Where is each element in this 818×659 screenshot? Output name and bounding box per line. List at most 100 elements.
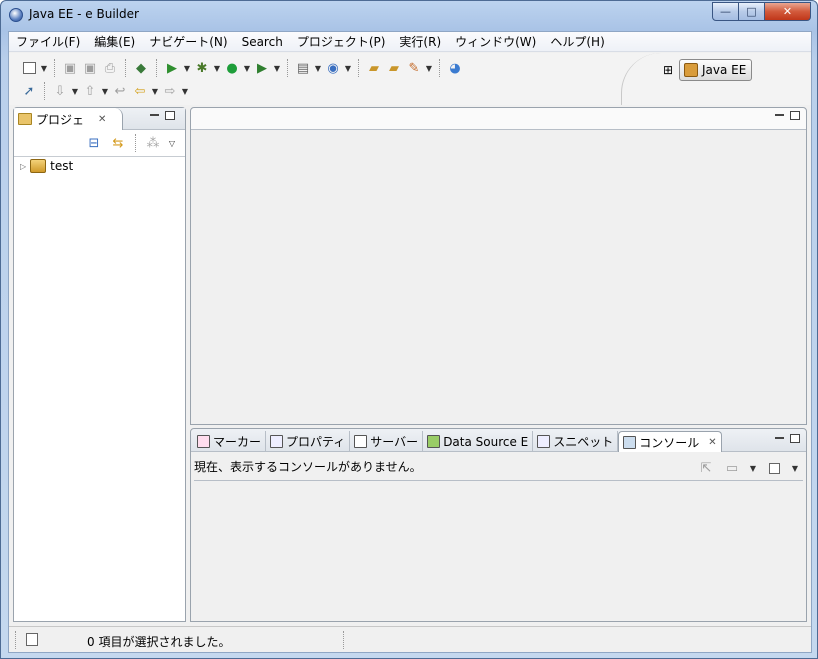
perspective-bar: ⊞ Java EE bbox=[621, 53, 811, 105]
minimize-button[interactable]: — bbox=[712, 2, 739, 21]
debug-icon[interactable]: ✱ bbox=[192, 58, 212, 78]
expand-icon[interactable]: ▷ bbox=[20, 162, 26, 171]
editor-header bbox=[191, 108, 806, 130]
prev-annotation-icon[interactable]: ⇧ bbox=[80, 81, 100, 101]
tab-project-explorer[interactable]: プロジェ ✕ bbox=[14, 108, 123, 130]
search-run-icon[interactable]: ➚ bbox=[19, 81, 39, 101]
display-console-dropdown-icon[interactable]: ▼ bbox=[748, 464, 758, 473]
external-tools-icon[interactable]: ▶ bbox=[252, 58, 272, 78]
maximize-panel-icon[interactable] bbox=[790, 434, 800, 443]
tab-data-source[interactable]: Data Source E bbox=[423, 431, 534, 452]
menu-search[interactable]: Search bbox=[235, 32, 290, 52]
project-tree: ▷ test bbox=[14, 156, 185, 621]
console-output[interactable] bbox=[194, 482, 803, 618]
web-project-icon bbox=[30, 159, 47, 173]
bottom-panel: マーカー プロパティ サーバー Data Source E スニペット コンソー… bbox=[190, 428, 807, 622]
link-editor-icon[interactable]: ⇆ bbox=[108, 133, 128, 153]
next-annotation-icon[interactable]: ⇩ bbox=[50, 81, 70, 101]
menu-run[interactable]: 実行(R) bbox=[392, 32, 448, 52]
menu-project[interactable]: プロジェクト(P) bbox=[290, 32, 393, 52]
pen-dropdown-icon[interactable]: ▼ bbox=[424, 64, 434, 73]
debug-dropdown-icon[interactable]: ▼ bbox=[212, 64, 222, 73]
new-web-dropdown-icon[interactable]: ▼ bbox=[343, 64, 353, 73]
close-tab-icon[interactable]: ✕ bbox=[708, 437, 716, 448]
open-project-icon[interactable]: ▰ bbox=[384, 58, 404, 78]
open-perspective-icon[interactable]: ⊞ bbox=[659, 61, 677, 79]
new-server-icon[interactable]: ▤ bbox=[293, 58, 313, 78]
maximize-view-icon[interactable] bbox=[165, 111, 175, 120]
tab-label: コンソール bbox=[639, 435, 700, 450]
menu-edit[interactable]: 編集(E) bbox=[87, 32, 142, 52]
open-folder-icon[interactable]: ▰ bbox=[364, 58, 384, 78]
tab-snippets[interactable]: スニペット bbox=[533, 431, 619, 452]
print-icon[interactable]: ⎙ bbox=[100, 58, 120, 78]
run-dropdown-icon[interactable]: ▼ bbox=[242, 64, 252, 73]
maximize-editor-icon[interactable] bbox=[790, 111, 800, 120]
open-console-dropdown-icon[interactable]: ▼ bbox=[790, 464, 800, 473]
tab-properties[interactable]: プロパティ bbox=[266, 431, 351, 452]
open-console-icon[interactable] bbox=[764, 458, 784, 478]
menu-window[interactable]: ウィンドウ(W) bbox=[448, 32, 543, 52]
tab-markers[interactable]: マーカー bbox=[193, 431, 267, 452]
tab-label: サーバー bbox=[370, 435, 419, 449]
status-bar: 0 項目が選択されました。 bbox=[9, 626, 811, 652]
maximize-button[interactable]: □ bbox=[739, 2, 765, 21]
menu-help[interactable]: ヘルプ(H) bbox=[543, 32, 611, 52]
title-bar[interactable]: Java EE - e Builder — □ ✕ bbox=[1, 1, 817, 29]
properties-icon bbox=[270, 435, 284, 448]
back-arrow-icon[interactable]: ⇦ bbox=[130, 81, 150, 101]
display-console-icon[interactable]: ▭ bbox=[722, 458, 742, 478]
minimize-editor-icon[interactable] bbox=[775, 114, 784, 116]
run-server-icon[interactable]: ▶ bbox=[162, 58, 182, 78]
back-dropdown-icon[interactable]: ▼ bbox=[150, 87, 160, 96]
perspective-java-ee-button[interactable]: Java EE bbox=[679, 59, 752, 81]
editor-area bbox=[190, 107, 807, 425]
browser-globe-icon[interactable]: ◕ bbox=[445, 58, 465, 78]
console-message: 現在、表示するコンソールがありません。 bbox=[194, 460, 422, 474]
close-tab-icon[interactable]: ✕ bbox=[98, 114, 106, 125]
run-icon[interactable]: ● bbox=[222, 58, 242, 78]
forward-arrow-icon[interactable]: ⇨ bbox=[160, 81, 180, 101]
tree-item-label: test bbox=[50, 159, 74, 173]
open-type-icon[interactable]: ◆ bbox=[131, 58, 151, 78]
console-icon bbox=[623, 435, 637, 449]
tab-label: スニペット bbox=[553, 435, 614, 449]
view-menu-icon[interactable]: ▽ bbox=[167, 139, 177, 148]
tree-item[interactable]: ▷ test bbox=[20, 159, 73, 173]
run-server-dropdown-icon[interactable]: ▼ bbox=[182, 64, 192, 73]
app-window: Java EE - e Builder — □ ✕ ファイル(F) 編集(E) … bbox=[0, 0, 818, 659]
markers-icon bbox=[197, 435, 210, 448]
next-annotation-dropdown-icon[interactable]: ▼ bbox=[70, 87, 80, 96]
prev-annotation-dropdown-icon[interactable]: ▼ bbox=[100, 87, 110, 96]
last-edit-icon[interactable]: ↩ bbox=[110, 81, 130, 101]
forward-dropdown-icon[interactable]: ▼ bbox=[180, 87, 190, 96]
new-server-dropdown-icon[interactable]: ▼ bbox=[313, 64, 323, 73]
menu-file[interactable]: ファイル(F) bbox=[9, 32, 87, 52]
collapse-all-icon[interactable]: ⊟ bbox=[84, 133, 104, 153]
java-ee-icon bbox=[684, 63, 698, 77]
minimize-panel-icon[interactable] bbox=[775, 437, 784, 439]
eclipse-app-icon bbox=[9, 8, 23, 22]
pin-console-icon[interactable]: ⇱ bbox=[696, 458, 716, 478]
new-dropdown-icon[interactable]: ▼ bbox=[39, 64, 49, 73]
minimize-view-icon[interactable] bbox=[150, 114, 159, 116]
tab-label: マーカー bbox=[213, 435, 262, 449]
status-text: 0 項目が選択されました。 bbox=[87, 635, 231, 649]
snippets-icon bbox=[537, 435, 551, 448]
tab-console[interactable]: コンソール ✕ bbox=[618, 431, 722, 452]
new-icon[interactable] bbox=[19, 58, 39, 78]
save-all-icon[interactable]: ▣ bbox=[80, 58, 100, 78]
project-explorer-view: プロジェ ✕ ⊟ ⇆ ⁂ ▽ ▷ test bbox=[13, 107, 186, 622]
tab-servers[interactable]: サーバー bbox=[350, 431, 424, 452]
menu-navigate[interactable]: ナビゲート(N) bbox=[142, 32, 234, 52]
fast-view-icon[interactable] bbox=[26, 633, 38, 646]
window-title: Java EE - e Builder bbox=[29, 7, 139, 21]
pen-icon[interactable]: ✎ bbox=[404, 58, 424, 78]
close-button[interactable]: ✕ bbox=[765, 2, 811, 21]
servers-icon bbox=[354, 435, 368, 448]
filter-icon[interactable]: ⁂ bbox=[143, 133, 163, 153]
save-icon[interactable]: ▣ bbox=[60, 58, 80, 78]
external-tools-dropdown-icon[interactable]: ▼ bbox=[272, 64, 282, 73]
tab-label: プロパティ bbox=[286, 435, 346, 449]
new-web-icon[interactable]: ◉ bbox=[323, 58, 343, 78]
